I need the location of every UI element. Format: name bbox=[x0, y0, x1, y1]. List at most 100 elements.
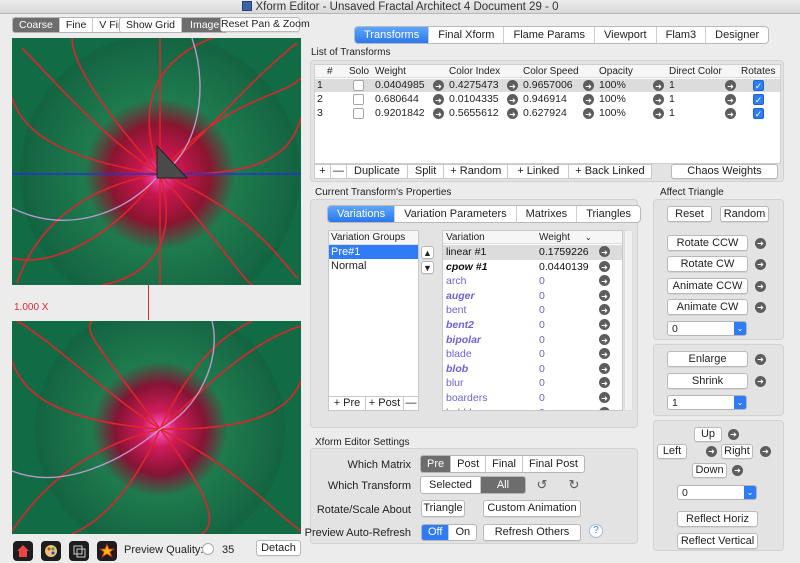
auto-refresh-off-button[interactable]: Off bbox=[422, 525, 450, 540]
enlarge-button[interactable]: Enlarge bbox=[667, 351, 748, 367]
list-item[interactable]: Normal bbox=[329, 259, 418, 273]
move-right-button[interactable]: Right bbox=[721, 444, 753, 459]
arrow-right-icon[interactable]: ➜ bbox=[507, 108, 518, 119]
arrow-right-icon[interactable]: ➜ bbox=[755, 259, 766, 270]
arrow-right-icon[interactable]: ➜ bbox=[725, 80, 736, 91]
add-transform-button[interactable]: + bbox=[315, 165, 331, 178]
rotates-checkbox[interactable]: ✓ bbox=[753, 94, 764, 105]
palette-icon[interactable] bbox=[41, 541, 61, 561]
animate-ccw-button[interactable]: Animate CCW bbox=[667, 278, 748, 294]
fractal-preview-bottom[interactable] bbox=[12, 321, 301, 534]
arrow-right-icon[interactable]: ➜ bbox=[706, 446, 717, 457]
reset-pan-zoom-button[interactable]: Reset Pan & Zoom bbox=[220, 17, 310, 32]
quality-slider-knob[interactable] bbox=[202, 543, 214, 555]
transform-selected-button[interactable]: Selected bbox=[421, 477, 481, 493]
tab-designer[interactable]: Designer bbox=[706, 27, 768, 43]
custom-animation-button[interactable]: Custom Animation bbox=[483, 500, 581, 517]
arrow-right-icon[interactable]: ➜ bbox=[760, 446, 771, 457]
precision-segmented[interactable]: Coarse Fine V Fine bbox=[12, 17, 137, 33]
arrow-right-icon[interactable]: ➜ bbox=[755, 354, 766, 365]
table-row[interactable]: 2 0.680644 ➜ 0.0104335 ➜ 0.946914 ➜ 100%… bbox=[315, 93, 780, 106]
triangle-button[interactable]: Triangle bbox=[421, 500, 465, 517]
arrow-right-icon[interactable]: ➜ bbox=[583, 80, 594, 91]
arrow-right-icon[interactable]: ➜ bbox=[583, 94, 594, 105]
arrow-right-icon[interactable]: ➜ bbox=[755, 302, 766, 313]
tab-flam3[interactable]: Flam3 bbox=[657, 27, 707, 43]
arrow-right-icon[interactable]: ➜ bbox=[599, 319, 610, 330]
table-row[interactable]: bent2 0 ➜ bbox=[443, 318, 622, 333]
arrow-right-icon[interactable]: ➜ bbox=[599, 362, 610, 374]
arrow-right-icon[interactable]: ➜ bbox=[507, 94, 518, 105]
arrow-right-icon[interactable]: ➜ bbox=[599, 392, 610, 403]
table-row[interactable]: boarders 0 ➜ bbox=[443, 391, 622, 406]
add-post-button[interactable]: + Post bbox=[366, 397, 404, 410]
variations-table[interactable]: Variation Weight ⌄ linear #1 0.1759226 ➜… bbox=[442, 230, 623, 411]
matrix-final-post-button[interactable]: Final Post bbox=[523, 456, 584, 472]
arrow-right-icon[interactable]: ➜ bbox=[433, 108, 444, 119]
list-item[interactable]: Pre#1 bbox=[329, 245, 418, 259]
arrow-right-icon[interactable]: ➜ bbox=[599, 289, 610, 301]
arrow-right-icon[interactable]: ➜ bbox=[583, 108, 594, 119]
which-transform-segmented[interactable]: Selected All bbox=[420, 476, 527, 494]
variation-groups-list[interactable]: Variation Groups Pre#1 Normal bbox=[328, 230, 419, 397]
move-up-button[interactable]: Up bbox=[694, 427, 722, 442]
arrow-right-icon[interactable]: ➜ bbox=[433, 80, 444, 91]
reset-button[interactable]: Reset bbox=[667, 206, 712, 222]
auto-refresh-on-button[interactable]: On bbox=[449, 525, 476, 540]
add-linked-button[interactable]: + Linked bbox=[508, 165, 570, 178]
arrow-right-icon[interactable]: ➜ bbox=[725, 108, 736, 119]
table-row[interactable]: 3 0.9201842 ➜ 0.5655612 ➜ 0.627924 ➜ 100… bbox=[315, 107, 780, 120]
arrow-right-icon[interactable]: ➜ bbox=[732, 465, 743, 476]
split-button[interactable]: Split bbox=[408, 165, 445, 178]
arrow-right-icon[interactable]: ➜ bbox=[653, 80, 664, 91]
random-button[interactable]: Random bbox=[720, 206, 769, 222]
table-row[interactable]: cpow #1 0.0440139 ➜ bbox=[443, 260, 622, 275]
home-icon[interactable] bbox=[13, 541, 33, 561]
tab-final-xform[interactable]: Final Xform bbox=[429, 27, 505, 43]
main-tabs[interactable]: Transforms Final Xform Flame Params View… bbox=[354, 26, 770, 44]
move-left-button[interactable]: Left bbox=[657, 444, 687, 459]
tab-flame-params[interactable]: Flame Params bbox=[504, 27, 595, 43]
refresh-others-button[interactable]: Refresh Others bbox=[483, 524, 581, 541]
rotates-checkbox[interactable]: ✓ bbox=[753, 108, 764, 119]
table-row[interactable]: linear #1 0.1759226 ➜ bbox=[443, 245, 622, 260]
table-row[interactable]: bipolar 0 ➜ bbox=[443, 333, 622, 348]
tab-variations[interactable]: Variations bbox=[328, 206, 396, 222]
arrow-right-icon[interactable]: ➜ bbox=[725, 94, 736, 105]
tab-transforms[interactable]: Transforms bbox=[355, 27, 430, 43]
arrow-right-icon[interactable]: ➜ bbox=[433, 94, 444, 105]
sort-chevron-icon[interactable]: ⌄ bbox=[585, 231, 592, 244]
rotate-ccw-button[interactable]: Rotate CCW bbox=[667, 235, 748, 251]
table-row[interactable]: blur 0 ➜ bbox=[443, 376, 622, 391]
chevron-down-icon[interactable]: ⌄ bbox=[734, 322, 746, 335]
tab-viewport[interactable]: Viewport bbox=[595, 27, 657, 43]
arrow-right-icon[interactable]: ➜ bbox=[653, 108, 664, 119]
table-row[interactable]: blade 0 ➜ bbox=[443, 347, 622, 362]
arrow-right-icon[interactable]: ➜ bbox=[599, 377, 610, 389]
angle-combo[interactable]: 0 ⌄ bbox=[667, 321, 747, 336]
move-combo[interactable]: 0 ⌄ bbox=[677, 485, 757, 500]
fractal-preview-top[interactable] bbox=[12, 38, 301, 285]
layers-icon[interactable] bbox=[69, 541, 89, 561]
show-grid-button[interactable]: Show Grid bbox=[120, 18, 183, 32]
solo-checkbox[interactable] bbox=[353, 108, 364, 119]
table-row[interactable]: auger 0 ➜ bbox=[443, 289, 622, 304]
arrow-right-icon[interactable]: ➜ bbox=[599, 304, 610, 316]
shrink-button[interactable]: Shrink bbox=[667, 373, 748, 389]
star-icon[interactable] bbox=[97, 541, 117, 561]
move-down-icon[interactable]: ▼ bbox=[421, 261, 434, 274]
arrow-right-icon[interactable]: ➜ bbox=[755, 281, 766, 292]
transforms-table[interactable]: # Solo Weight Color Index Color Speed Op… bbox=[314, 64, 781, 164]
arrow-right-icon[interactable]: ➜ bbox=[599, 260, 610, 272]
fine-button[interactable]: Fine bbox=[60, 18, 94, 32]
undo-icon[interactable]: ↺ bbox=[534, 477, 550, 493]
add-pre-button[interactable]: + Pre bbox=[329, 397, 366, 410]
auto-refresh-segmented[interactable]: Off On bbox=[421, 524, 478, 541]
matrix-post-button[interactable]: Post bbox=[451, 456, 487, 472]
add-back-linked-button[interactable]: + Back Linked bbox=[569, 165, 650, 178]
reflect-vertical-button[interactable]: Reflect Vertical bbox=[677, 533, 758, 549]
tab-triangles[interactable]: Triangles bbox=[577, 206, 640, 222]
arrow-right-icon[interactable]: ➜ bbox=[599, 333, 610, 345]
tab-variation-parameters[interactable]: Variation Parameters bbox=[395, 206, 517, 222]
chaos-weights-button[interactable]: Chaos Weights bbox=[671, 164, 778, 179]
